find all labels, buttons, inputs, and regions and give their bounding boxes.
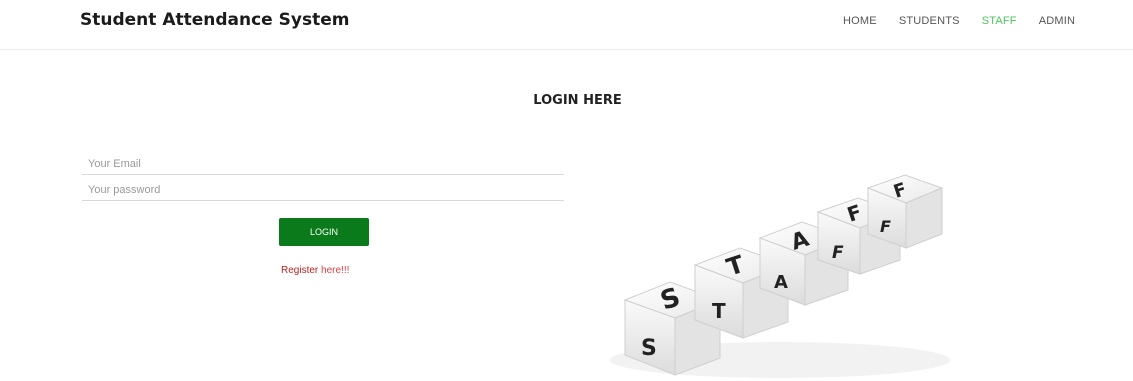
register-link-part1: Register [281,265,319,276]
login-button[interactable]: LOGIN [279,218,369,246]
die-5: F F [866,174,944,249]
login-heading: LOGIN HERE [533,93,622,108]
die-4-front-letter: F [832,243,844,263]
nav-admin[interactable]: ADMIN [1039,15,1075,27]
nav-staff[interactable]: STAFF [982,15,1017,27]
email-field[interactable] [82,153,564,175]
nav-students[interactable]: STUDENTS [899,15,960,27]
die-1-front-letter: S [641,336,657,361]
register-link-part2: here!!! [318,265,350,276]
die-5-front-letter: F [880,217,891,236]
password-field[interactable] [82,179,564,201]
staff-dice-image: S S T T A A F F F F [610,174,950,378]
main-nav: HOME STUDENTS STAFF ADMIN [843,15,1097,27]
navbar: Student Attendance System HOME STUDENTS … [0,0,1133,50]
site-title: Student Attendance System [80,10,350,30]
register-link[interactable]: Register here!!! [281,265,349,276]
die-2-front-letter: T [712,299,726,323]
die-3-front-letter: A [774,272,788,293]
nav-home[interactable]: HOME [843,15,877,27]
